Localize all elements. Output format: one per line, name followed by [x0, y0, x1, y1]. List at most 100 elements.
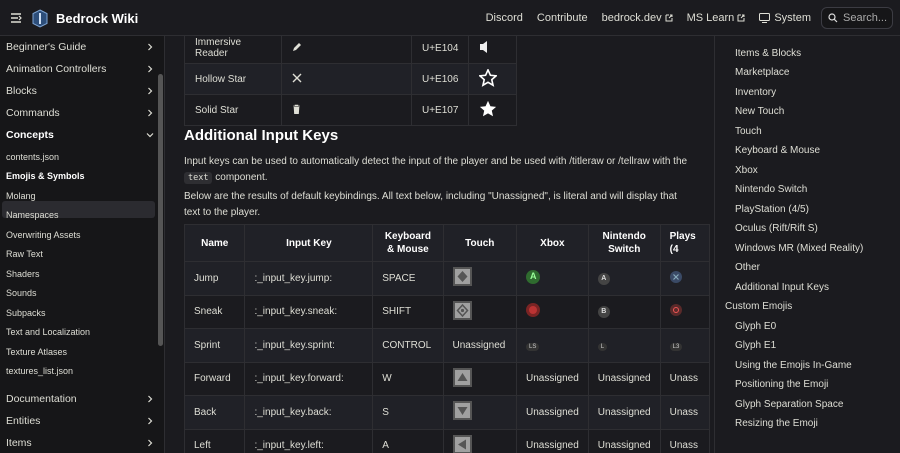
top-navbar: Bedrock Wiki Discord Contribute bedrock.…: [0, 0, 900, 36]
cell-xbox: Unassigned: [515, 428, 589, 453]
toc-item[interactable]: New Touch: [735, 106, 784, 117]
cell-keyboard: S: [372, 395, 444, 430]
toc-item[interactable]: Using the Emojis In-Game: [735, 360, 852, 371]
solid-star-icon: [468, 94, 518, 126]
toc-item[interactable]: Additional Input Keys: [735, 282, 829, 293]
sidebar-item-documentation[interactable]: Documentation: [6, 393, 154, 405]
toc-item[interactable]: Positioning the Emoji: [735, 379, 828, 390]
input-keys-table: Name Input Key Keyboard & Mouse Touch Xb…: [183, 224, 710, 453]
cell-name: Left: [183, 428, 246, 453]
chevron-right-icon: [148, 439, 153, 447]
toc-item[interactable]: Resizing the Emoji: [735, 418, 818, 429]
cell-xbox: A: [515, 261, 589, 296]
xbox-a-label: A: [529, 270, 537, 281]
immersive-reader-icon: [468, 36, 518, 64]
sidebar-item-commands[interactable]: Commands: [6, 107, 154, 119]
chevron-right-icon: [148, 417, 153, 425]
chevron-right-icon: [148, 395, 153, 403]
emoji-name: Solid Star: [184, 94, 282, 126]
pencil-icon: [281, 36, 412, 64]
chevron-down-icon: [146, 133, 154, 138]
sidebar-item-molang[interactable]: Molang: [6, 191, 36, 201]
col-header-input-key: Input Key: [244, 224, 374, 262]
external-link-icon: [737, 14, 745, 22]
cell-playstation: [659, 294, 710, 329]
toc-item[interactable]: Keyboard & Mouse: [735, 145, 820, 156]
toc-item[interactable]: Other: [735, 262, 760, 273]
sidebar-item-overwriting-assets[interactable]: Overwriting Assets: [6, 230, 81, 240]
cell-input-key: :_input_key.sneak:: [244, 294, 374, 329]
sidebar-item-entities[interactable]: Entities: [6, 415, 154, 427]
touch-up-arrow-icon: [452, 367, 472, 387]
sidebar-item-label: Concepts: [6, 129, 54, 141]
toc-item[interactable]: Marketplace: [735, 67, 789, 78]
toc-item[interactable]: PlayStation (4/5): [735, 204, 809, 215]
sidebar-item-textures-list[interactable]: textures_list.json: [6, 366, 73, 376]
sidebar-item-label: Beginner's Guide: [6, 41, 87, 53]
touch-left-arrow-icon: [452, 434, 472, 453]
sidebar-scrollbar[interactable]: [158, 74, 163, 346]
col-header-switch: Nintendo Switch: [587, 224, 661, 262]
cell-keyboard: SPACE: [372, 261, 444, 296]
sidebar-item-concepts[interactable]: Concepts: [6, 129, 154, 141]
sidebar-item-label: Documentation: [6, 393, 77, 405]
theme-switcher[interactable]: System: [759, 12, 811, 24]
toc-item[interactable]: Nintendo Switch: [735, 184, 807, 195]
sidebar-item-items[interactable]: Items: [6, 437, 154, 449]
nav-ms-learn[interactable]: MS Learn: [687, 12, 746, 24]
ps-l3-icon: L3: [669, 342, 683, 351]
table-row: Solid Star U+E107: [184, 94, 518, 126]
monitor-icon: [759, 13, 771, 23]
toc-item[interactable]: Glyph E1: [735, 340, 776, 351]
trash-icon: [281, 94, 412, 126]
toc-item[interactable]: Inventory: [735, 87, 776, 98]
cell-playstation: L3: [659, 328, 710, 363]
sidebar-item-sounds[interactable]: Sounds: [6, 288, 37, 298]
sidebar-item-subpacks[interactable]: Subpacks: [6, 308, 46, 318]
nav-contribute[interactable]: Contribute: [537, 12, 588, 24]
sidebar-item-blocks[interactable]: Blocks: [6, 85, 154, 97]
sidebar-item-beginners-guide[interactable]: Beginner's Guide: [6, 41, 154, 53]
search-placeholder: Search...: [843, 12, 888, 24]
xbox-ls-icon: LS: [525, 342, 540, 351]
table-row: Sprint :_input_key.sprint: CONTROL Unass…: [183, 328, 710, 363]
touch-down-arrow-icon: [452, 401, 472, 421]
sidebar-item-text-localization[interactable]: Text and Localization: [6, 327, 90, 337]
toc-item[interactable]: Glyph E0: [735, 321, 776, 332]
toc-item[interactable]: Oculus (Rift/Rift S): [735, 223, 818, 234]
search-icon: [828, 13, 838, 23]
sidebar-item-namespaces[interactable]: Namespaces: [6, 210, 59, 220]
nav-discord[interactable]: Discord: [486, 12, 523, 24]
cell-xbox: Unassigned: [515, 361, 589, 396]
xbox-a-button-icon: A: [525, 269, 540, 284]
sidebar-item-raw-text[interactable]: Raw Text: [6, 249, 43, 259]
sidebar-item-shaders[interactable]: Shaders: [6, 269, 40, 279]
sidebar-item-texture-atlases[interactable]: Texture Atlases: [6, 347, 67, 357]
xbox-b-button-icon: [525, 303, 540, 318]
site-title[interactable]: Bedrock Wiki: [56, 11, 138, 26]
sidebar-item-emojis-symbols[interactable]: Emojis & Symbols: [6, 171, 85, 181]
table-row: Hollow Star U+E106: [184, 63, 518, 95]
cell-touch: [442, 294, 517, 329]
toc-item[interactable]: Glyph Separation Space: [735, 399, 843, 410]
toc-section-custom-emojis[interactable]: Custom Emojis: [725, 301, 792, 312]
search-button[interactable]: Search...: [821, 7, 893, 29]
toc-item[interactable]: Items & Blocks: [735, 48, 801, 59]
ps-circle-inner: [672, 307, 679, 314]
cell-input-key: :_input_key.forward:: [244, 361, 374, 396]
toc-item[interactable]: Xbox: [735, 165, 758, 176]
chevron-right-icon: [148, 43, 153, 51]
nav-bedrock-dev[interactable]: bedrock.dev: [602, 12, 673, 24]
touch-jump-icon: [452, 267, 472, 287]
sidebar-item-contents-json[interactable]: contents.json: [6, 152, 59, 162]
touch-sneak-icon: [452, 300, 472, 320]
toc-item[interactable]: Windows MR (Mixed Reality): [735, 243, 863, 254]
bedrock-logo-icon[interactable]: [32, 9, 48, 28]
theme-label: System: [774, 12, 811, 24]
cell-name: Back: [183, 395, 246, 430]
switch-a-button-icon: A: [597, 272, 610, 285]
sidebar-item-animation-controllers[interactable]: Animation Controllers: [6, 63, 154, 75]
toc-item[interactable]: Touch: [735, 126, 762, 137]
section-paragraph-1: Input keys can be used to automatically …: [184, 154, 694, 186]
sidebar-toggle-icon[interactable]: [10, 12, 22, 24]
